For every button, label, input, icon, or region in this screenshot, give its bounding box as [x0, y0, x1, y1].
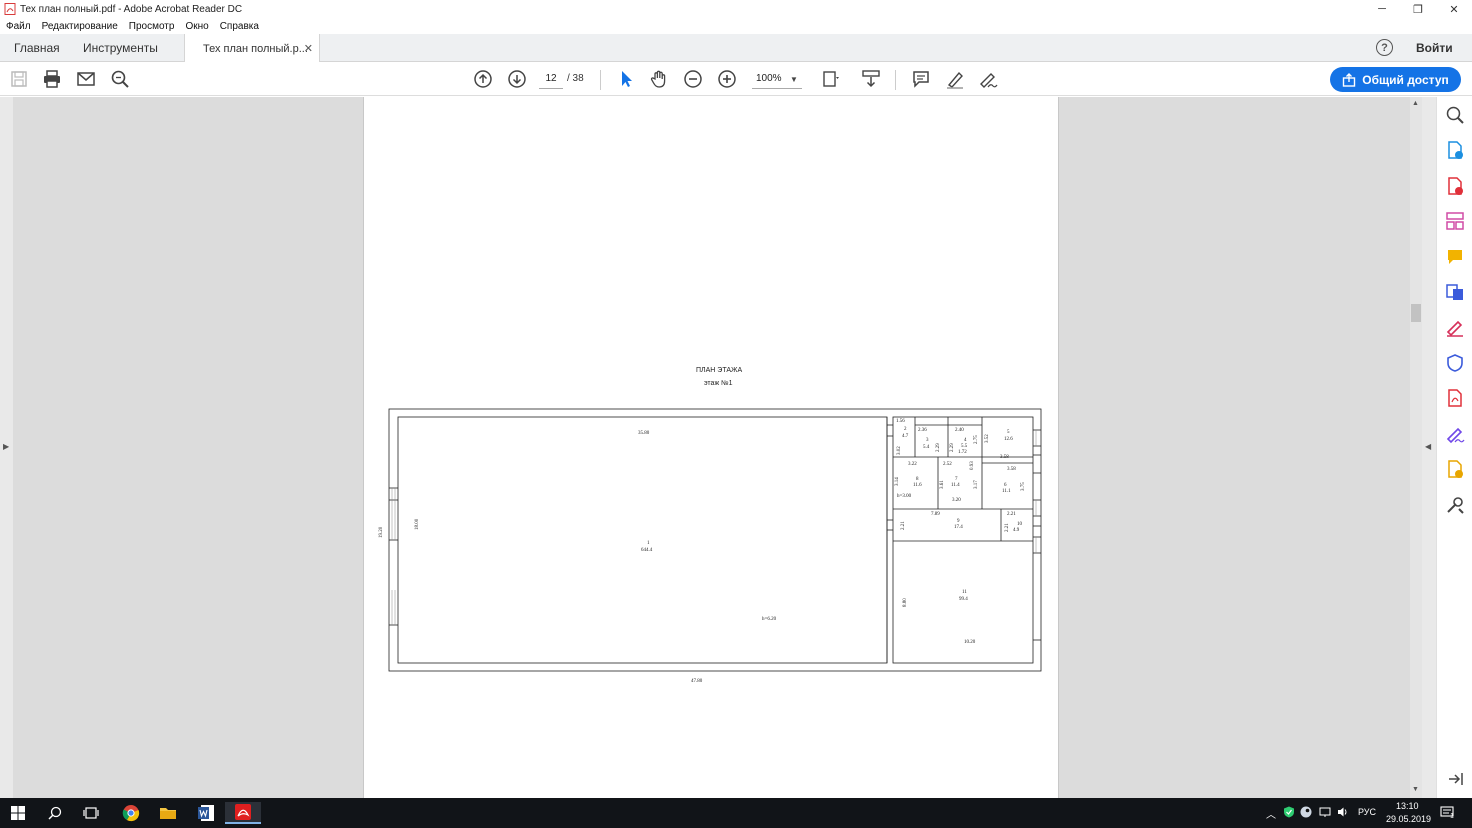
- chrome-icon[interactable]: [113, 802, 149, 824]
- plan-title: ПЛАН ЭТАЖА: [696, 367, 743, 374]
- plan-label: 3.22: [908, 462, 917, 467]
- plan-label: 2.29: [936, 443, 941, 452]
- plan-label: 99.4: [959, 597, 968, 602]
- plan-label: 5.4: [923, 445, 930, 450]
- more-tools-icon[interactable]: [1445, 495, 1465, 515]
- plan-subtitle: этаж №1: [704, 380, 733, 387]
- plan-label: 3.14: [895, 477, 900, 486]
- plan-label: 3.75: [1021, 482, 1026, 491]
- plan-label: 2.29: [950, 443, 955, 452]
- taskbar-search-icon[interactable]: [37, 802, 73, 824]
- plan-label: 3.52: [985, 434, 990, 443]
- plan-label: 10.20: [964, 640, 976, 645]
- plan-label: 644.4: [641, 548, 653, 553]
- plan-label: 3.02: [897, 446, 902, 455]
- plan-label: 3: [926, 438, 929, 443]
- tools-pane: [1436, 97, 1472, 798]
- protect-shield-icon[interactable]: [1445, 353, 1465, 373]
- plan-label: 2: [904, 427, 907, 432]
- plan-label: 2.36: [918, 428, 927, 433]
- plan-label: 4.9: [1013, 528, 1020, 533]
- adobe-pdf-icon[interactable]: [1445, 388, 1465, 408]
- clock-time[interactable]: 13:10: [1396, 801, 1419, 811]
- plan-label: 2.40: [955, 428, 964, 433]
- plan-label: 5.5: [961, 444, 968, 449]
- plan-label: 5: [1007, 430, 1010, 435]
- vertical-scrollbar[interactable]: ▲ ▼: [1410, 97, 1422, 798]
- plan-label: 35.80: [638, 431, 650, 436]
- plan-label: 17.4: [954, 525, 963, 530]
- combine-files-icon[interactable]: [1445, 282, 1465, 302]
- network-icon[interactable]: [1319, 806, 1331, 818]
- steam-icon[interactable]: [1300, 806, 1312, 818]
- search-tool-icon[interactable]: [1445, 105, 1465, 125]
- plan-label: 2.21: [1007, 512, 1016, 517]
- plan-label: 12.6: [1004, 437, 1013, 442]
- collapse-right-icon[interactable]: ◀: [1425, 442, 1431, 451]
- plan-label: 8.80: [903, 598, 908, 607]
- plan-label: 1.72: [958, 450, 967, 455]
- plan-label: 7: [955, 477, 958, 482]
- file-explorer-icon[interactable]: [150, 802, 186, 824]
- language-indicator[interactable]: РУС: [1358, 807, 1376, 817]
- scrollbar-thumb[interactable]: [1411, 304, 1421, 322]
- plan-label: 1.56: [896, 419, 905, 424]
- windows-start-icon[interactable]: [0, 802, 36, 824]
- notification-count: 1: [1450, 813, 1454, 820]
- fill-sign-icon[interactable]: [1445, 317, 1465, 337]
- plan-label: 2.75: [974, 435, 979, 444]
- plan-label: h=6.20: [762, 617, 777, 622]
- right-panel-toggle[interactable]: ◀: [1422, 97, 1436, 798]
- plan-label: 11.4: [951, 483, 960, 488]
- plan-label: 4: [964, 438, 967, 443]
- plan-label: h=3.00: [897, 494, 912, 499]
- export-pdf-icon[interactable]: [1445, 140, 1465, 160]
- plan-label: 3.58: [1007, 467, 1016, 472]
- plan-label: 3.61: [940, 480, 945, 489]
- word-icon[interactable]: [188, 802, 224, 824]
- plan-label: 4.7: [902, 434, 909, 439]
- plan-label: 8: [916, 477, 919, 482]
- plan-label: 7.89: [931, 512, 940, 517]
- volume-icon[interactable]: [1337, 806, 1349, 818]
- security-shield-icon[interactable]: [1283, 806, 1295, 818]
- clock-date[interactable]: 29.05.2019: [1386, 814, 1431, 824]
- tray-chevron-icon[interactable]: ︿: [1266, 806, 1276, 821]
- plan-label: 11: [962, 590, 967, 595]
- scroll-down-icon[interactable]: ▼: [1412, 786, 1419, 793]
- plan-label: 2.52: [943, 462, 952, 467]
- plan-label: 1: [647, 541, 650, 546]
- collapse-panel-icon[interactable]: [1445, 769, 1465, 789]
- plan-label: 9: [957, 519, 960, 524]
- comment-tool-icon[interactable]: [1445, 247, 1465, 267]
- plan-label: 3.20: [952, 498, 961, 503]
- floor-plan-drawing: [388, 408, 1042, 672]
- send-comments-icon[interactable]: [1445, 459, 1465, 479]
- plan-label: 0.93: [970, 461, 975, 470]
- plan-label: 10: [1017, 522, 1022, 527]
- task-view-icon[interactable]: [73, 802, 109, 824]
- scroll-up-icon[interactable]: ▲: [1412, 100, 1419, 107]
- plan-label: 2.21: [901, 521, 906, 530]
- plan-label: 3.17: [974, 480, 979, 489]
- plan-label: 2.21: [1005, 523, 1010, 532]
- plan-label: 6: [1004, 483, 1007, 488]
- organize-pages-icon[interactable]: [1445, 211, 1465, 231]
- plan-label: 11.1: [1002, 489, 1011, 494]
- plan-label: 3.58: [1000, 455, 1009, 460]
- plan-label: 47.80: [691, 679, 703, 684]
- plan-label: 19.20: [379, 526, 384, 538]
- create-pdf-icon[interactable]: [1445, 176, 1465, 196]
- windows-taskbar: ︿ РУС 13:10 29.05.2019 1: [0, 798, 1472, 828]
- plan-label: 11.6: [913, 483, 922, 488]
- plan-label: 18.00: [415, 518, 420, 530]
- acrobat-taskbar-icon[interactable]: [225, 802, 261, 824]
- send-signature-icon[interactable]: [1445, 424, 1465, 444]
